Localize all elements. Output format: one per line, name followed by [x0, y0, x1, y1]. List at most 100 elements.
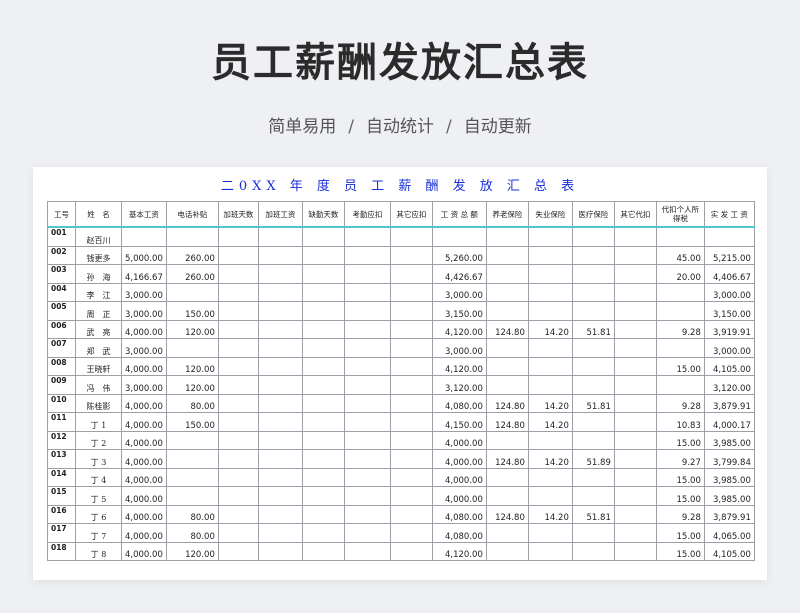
amount-cell[interactable]	[527, 375, 573, 395]
amount-cell[interactable]: 3,000.00	[121, 338, 167, 358]
amount-cell[interactable]	[217, 449, 259, 469]
amount-cell[interactable]	[257, 393, 303, 413]
amount-cell[interactable]: 4,150.00	[431, 412, 487, 432]
amount-cell[interactable]: 3,000.00	[431, 282, 487, 302]
amount-cell[interactable]	[257, 245, 303, 265]
amount-cell[interactable]: 5,000.00	[121, 245, 167, 265]
amount-cell[interactable]: 51.81	[571, 319, 615, 339]
amount-cell[interactable]	[527, 486, 573, 506]
amount-cell[interactable]: 3,799.84	[703, 449, 755, 469]
employee-name-cell[interactable]: 李 江	[75, 282, 122, 302]
employee-id-cell[interactable]: 008	[47, 356, 76, 376]
employee-name-cell[interactable]: 武 亮	[75, 319, 122, 339]
amount-cell[interactable]	[257, 282, 303, 302]
amount-cell[interactable]	[527, 467, 573, 487]
employee-id-cell[interactable]: 009	[47, 375, 76, 395]
amount-cell[interactable]	[217, 319, 259, 339]
amount-cell[interactable]	[343, 375, 391, 395]
amount-cell[interactable]: 9.28	[655, 393, 705, 413]
amount-cell[interactable]	[613, 264, 657, 284]
amount-cell[interactable]: 3,000.00	[121, 375, 167, 395]
amount-cell[interactable]	[257, 486, 303, 506]
amount-cell[interactable]: 51.89	[571, 449, 615, 469]
amount-cell[interactable]	[217, 301, 259, 321]
amount-cell[interactable]	[165, 430, 219, 450]
amount-cell[interactable]: 4,105.00	[703, 356, 755, 376]
employee-name-cell[interactable]: 陈桂影	[75, 393, 122, 413]
amount-cell[interactable]	[217, 467, 259, 487]
amount-cell[interactable]	[527, 541, 573, 561]
amount-cell[interactable]: 260.00	[165, 264, 219, 284]
employee-id-cell[interactable]: 001	[47, 226, 76, 247]
amount-cell[interactable]	[485, 486, 529, 506]
amount-cell[interactable]: 120.00	[165, 356, 219, 376]
employee-id-cell[interactable]: 013	[47, 449, 76, 469]
amount-cell[interactable]: 4,000.00	[121, 541, 167, 561]
amount-cell[interactable]	[217, 541, 259, 561]
employee-id-cell[interactable]: 003	[47, 264, 76, 284]
amount-cell[interactable]	[613, 245, 657, 265]
amount-cell[interactable]: 15.00	[655, 523, 705, 543]
amount-cell[interactable]: 15.00	[655, 541, 705, 561]
amount-cell[interactable]: 3,150.00	[703, 301, 755, 321]
amount-cell[interactable]: 4,000.00	[431, 430, 487, 450]
employee-id-cell[interactable]: 016	[47, 504, 76, 524]
amount-cell[interactable]	[485, 338, 529, 358]
amount-cell[interactable]: 3,000.00	[703, 338, 755, 358]
amount-cell[interactable]	[389, 467, 433, 487]
amount-cell[interactable]: 4,000.00	[121, 412, 167, 432]
amount-cell[interactable]	[217, 282, 259, 302]
amount-cell[interactable]	[613, 338, 657, 358]
amount-cell[interactable]	[301, 504, 345, 524]
amount-cell[interactable]: 4,000.00	[121, 467, 167, 487]
employee-name-cell[interactable]: 周 正	[75, 301, 122, 321]
amount-cell[interactable]	[485, 430, 529, 450]
amount-cell[interactable]: 150.00	[165, 412, 219, 432]
amount-cell[interactable]	[571, 375, 615, 395]
amount-cell[interactable]	[389, 504, 433, 524]
amount-cell[interactable]	[257, 541, 303, 561]
amount-cell[interactable]	[613, 301, 657, 321]
amount-cell[interactable]	[613, 282, 657, 302]
amount-cell[interactable]	[301, 226, 345, 247]
amount-cell[interactable]: 80.00	[165, 504, 219, 524]
amount-cell[interactable]	[257, 301, 303, 321]
amount-cell[interactable]	[389, 486, 433, 506]
amount-cell[interactable]	[527, 245, 573, 265]
amount-cell[interactable]	[389, 412, 433, 432]
amount-cell[interactable]: 124.80	[485, 504, 529, 524]
amount-cell[interactable]	[165, 486, 219, 506]
amount-cell[interactable]	[389, 449, 433, 469]
amount-cell[interactable]	[217, 504, 259, 524]
amount-cell[interactable]: 4,406.67	[703, 264, 755, 284]
amount-cell[interactable]	[571, 467, 615, 487]
amount-cell[interactable]: 4,000.00	[431, 486, 487, 506]
amount-cell[interactable]	[257, 467, 303, 487]
amount-cell[interactable]: 4,000.00	[121, 523, 167, 543]
employee-id-cell[interactable]: 018	[47, 541, 76, 561]
amount-cell[interactable]	[613, 412, 657, 432]
amount-cell[interactable]: 5,260.00	[431, 245, 487, 265]
amount-cell[interactable]: 80.00	[165, 523, 219, 543]
amount-cell[interactable]	[485, 264, 529, 284]
amount-cell[interactable]	[613, 393, 657, 413]
amount-cell[interactable]	[343, 504, 391, 524]
amount-cell[interactable]	[343, 319, 391, 339]
amount-cell[interactable]	[613, 541, 657, 561]
employee-id-cell[interactable]: 005	[47, 301, 76, 321]
amount-cell[interactable]: 51.81	[571, 393, 615, 413]
amount-cell[interactable]: 14.20	[527, 319, 573, 339]
amount-cell[interactable]	[301, 319, 345, 339]
employee-name-cell[interactable]: 冯 伟	[75, 375, 122, 395]
employee-name-cell[interactable]: 孙 海	[75, 264, 122, 284]
amount-cell[interactable]	[571, 226, 615, 247]
amount-cell[interactable]	[257, 226, 303, 247]
employee-name-cell[interactable]: 丁 6	[75, 504, 122, 524]
amount-cell[interactable]: 4,105.00	[703, 541, 755, 561]
amount-cell[interactable]	[301, 412, 345, 432]
amount-cell[interactable]	[217, 356, 259, 376]
amount-cell[interactable]	[343, 301, 391, 321]
amount-cell[interactable]: 4,120.00	[431, 356, 487, 376]
employee-id-cell[interactable]: 004	[47, 282, 76, 302]
amount-cell[interactable]	[343, 226, 391, 247]
